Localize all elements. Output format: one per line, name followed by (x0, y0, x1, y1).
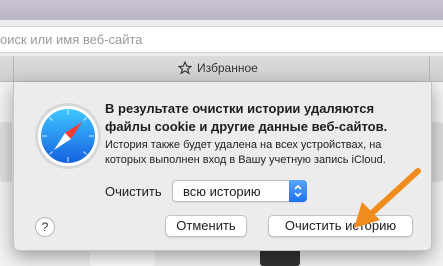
tab-divider (429, 56, 430, 81)
clear-range-value: всю историю (183, 184, 261, 199)
dialog-message: История также будет удалена на всех устр… (105, 139, 386, 166)
thumbnail[interactable] (431, 122, 443, 182)
cancel-button[interactable]: Отменить (165, 215, 247, 237)
clear-range-select[interactable]: всю историю (172, 180, 307, 202)
arrow-icon (354, 168, 421, 228)
select-stepper[interactable] (289, 180, 307, 202)
tab-bar: Избранное (0, 56, 443, 82)
chevron-updown-icon (294, 184, 302, 198)
clear-range-label: Очистить (105, 184, 162, 199)
help-button[interactable]: ? (35, 217, 55, 237)
address-bar[interactable]: оиск или имя веб-сайта (0, 26, 443, 53)
star-icon (178, 61, 192, 75)
thumbnail[interactable] (0, 122, 12, 182)
window-top-strip (0, 0, 443, 20)
tab-divider (13, 56, 14, 81)
tab-favorites-label: Избранное (197, 61, 258, 75)
dialog-title: В результате очистки истории удаляются ф… (105, 101, 388, 134)
address-placeholder: оиск или имя веб-сайта (0, 32, 143, 47)
safari-compass-icon (35, 103, 101, 169)
tab-favorites[interactable]: Избранное (178, 61, 258, 75)
